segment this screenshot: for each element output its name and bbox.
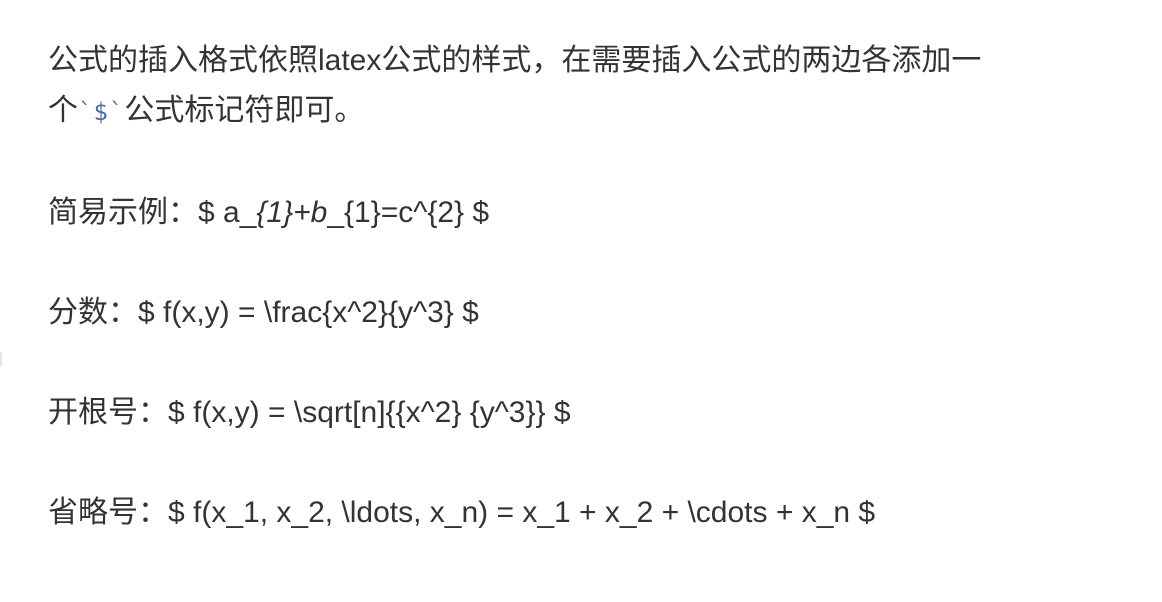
example-fraction-label: 分数：: [48, 296, 138, 329]
example-simple-post: _{1}=c^{2} $: [327, 196, 490, 229]
example-sqrt: 开根号：$ f(x,y) = \sqrt[n]{{x^2} {y^3}} $: [48, 388, 571, 438]
backtick-right: `: [108, 98, 125, 126]
example-ellipsis-formula: $ f(x_1, x_2, \ldots, x_n) = x_1 + x_2 +…: [168, 496, 876, 529]
example-simple: 简易示例：$ a_{1}+b_{1}=c^{2} $: [48, 188, 489, 238]
document-body: 公式的插入格式依照latex公式的样式，在需要插入公式的两边各添加一 个`$`公…: [48, 36, 1108, 529]
example-sqrt-formula: $ f(x,y) = \sqrt[n]{{x^2} {y^3}} $: [168, 396, 571, 429]
dollar-sign: $: [93, 98, 109, 126]
example-simple-label: 简易示例：: [48, 196, 198, 229]
intro-line-2-prefix: 个: [48, 94, 78, 127]
backtick-left: `: [78, 98, 94, 126]
left-edge-marker: [0, 352, 2, 366]
example-fraction: 分数：$ f(x,y) = \frac{x^2}{y^3} $: [48, 288, 479, 338]
example-simple-italic: {1}+b: [256, 196, 328, 229]
intro-line-2-suffix: 公式标记符即可。: [124, 94, 365, 127]
example-sqrt-label: 开根号：: [48, 396, 168, 429]
inline-code-dollar: `$`: [78, 98, 124, 126]
intro-paragraph: 公式的插入格式依照latex公式的样式，在需要插入公式的两边各添加一 个`$`公…: [48, 36, 1108, 136]
intro-line-1: 公式的插入格式依照latex公式的样式，在需要插入公式的两边各添加一: [48, 44, 982, 77]
example-ellipsis-label: 省略号：: [48, 496, 168, 529]
example-fraction-formula: $ f(x,y) = \frac{x^2}{y^3} $: [138, 296, 479, 329]
example-ellipsis: 省略号：$ f(x_1, x_2, \ldots, x_n) = x_1 + x…: [48, 488, 875, 538]
example-simple-pre: $ a_: [198, 196, 257, 229]
